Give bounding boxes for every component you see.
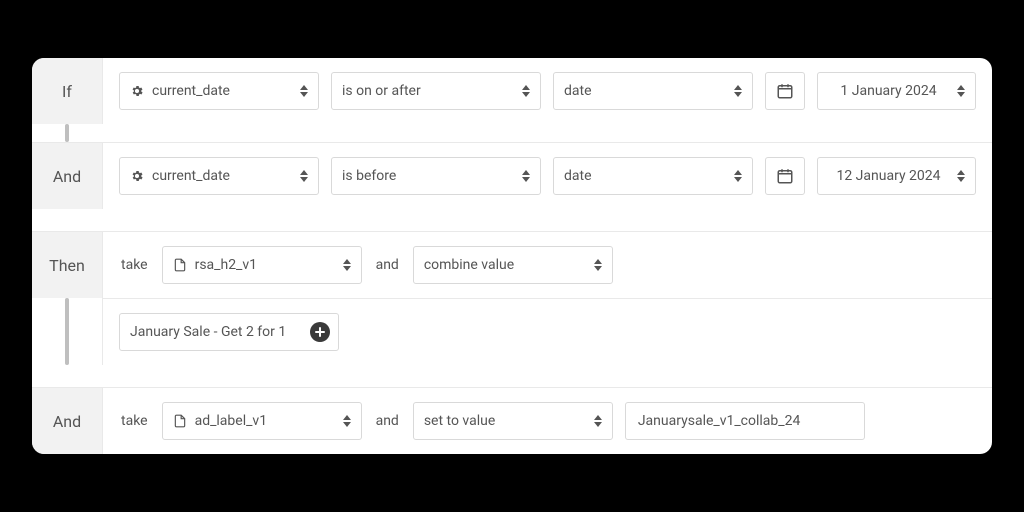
- take-word: take: [119, 257, 150, 273]
- value-type-label: date: [564, 168, 726, 184]
- take-field-label: ad_label_v1: [195, 413, 335, 429]
- field-select[interactable]: current_date: [119, 72, 319, 110]
- set-value-input[interactable]: Januarysale_v1_collab_24: [625, 402, 865, 440]
- connector-line: [65, 298, 69, 365]
- row-label: If: [32, 58, 102, 124]
- row-content: current_date is on or after date 1 Janua…: [102, 58, 992, 124]
- field-label: current_date: [152, 83, 292, 99]
- date-value-select[interactable]: 12 January 2024: [817, 157, 976, 195]
- and-word: and: [374, 413, 401, 429]
- calendar-icon: [776, 82, 794, 100]
- row-content: January Sale - Get 2 for 1: [102, 298, 992, 365]
- sort-caret-icon: [957, 85, 965, 97]
- combine-value-chip[interactable]: January Sale - Get 2 for 1: [119, 313, 339, 351]
- date-picker-button[interactable]: [765, 72, 805, 110]
- row-content: take rsa_h2_v1 and combine value: [102, 232, 992, 298]
- operator-select[interactable]: is on or after: [331, 72, 541, 110]
- combine-value-row: January Sale - Get 2 for 1: [32, 298, 992, 365]
- field-select[interactable]: current_date: [119, 157, 319, 195]
- document-icon: [173, 258, 187, 272]
- gear-icon: [130, 84, 144, 98]
- take-field-select[interactable]: rsa_h2_v1: [162, 246, 362, 284]
- row-content: take ad_label_v1 and set to value Januar…: [102, 388, 992, 454]
- operator-select[interactable]: is before: [331, 157, 541, 195]
- action-select[interactable]: combine value: [413, 246, 613, 284]
- value-type-select[interactable]: date: [553, 157, 753, 195]
- operator-label: is before: [342, 168, 514, 184]
- sort-caret-icon: [300, 85, 308, 97]
- sort-caret-icon: [957, 170, 965, 182]
- condition-row-and: And current_date is before date: [32, 142, 992, 209]
- action-label: set to value: [424, 413, 586, 429]
- sort-caret-icon: [343, 259, 351, 271]
- sort-caret-icon: [734, 85, 742, 97]
- document-icon: [173, 414, 187, 428]
- connector-cell: [32, 124, 102, 142]
- add-value-button[interactable]: [310, 322, 330, 342]
- value-type-label: date: [564, 83, 726, 99]
- sort-caret-icon: [300, 170, 308, 182]
- row-label: And: [32, 143, 102, 209]
- rule-card: If current_date is on or after date: [32, 58, 992, 454]
- operator-label: is on or after: [342, 83, 514, 99]
- action-label: combine value: [424, 257, 586, 273]
- sort-caret-icon: [734, 170, 742, 182]
- sort-caret-icon: [343, 415, 351, 427]
- sort-caret-icon: [594, 415, 602, 427]
- combine-value-text: January Sale - Get 2 for 1: [130, 324, 286, 340]
- date-value: 1 January 2024: [828, 83, 949, 99]
- date-value-select[interactable]: 1 January 2024: [817, 72, 976, 110]
- calendar-icon: [776, 167, 794, 185]
- value-type-select[interactable]: date: [553, 72, 753, 110]
- sort-caret-icon: [522, 170, 530, 182]
- row-label: And: [32, 388, 102, 454]
- condition-row-if: If current_date is on or after date: [32, 58, 992, 124]
- action-row-and: And take ad_label_v1 and set to value Ja…: [32, 387, 992, 454]
- and-word: and: [374, 257, 401, 273]
- connector-line: [65, 124, 69, 142]
- connector-row: [32, 124, 992, 142]
- date-picker-button[interactable]: [765, 157, 805, 195]
- connector-cell: [32, 298, 102, 365]
- row-content: current_date is before date 12 January 2…: [102, 143, 992, 209]
- set-value-text: Januarysale_v1_collab_24: [638, 413, 801, 429]
- action-row-then: Then take rsa_h2_v1 and combine value: [32, 231, 992, 298]
- sort-caret-icon: [522, 85, 530, 97]
- field-label: current_date: [152, 168, 292, 184]
- date-value: 12 January 2024: [828, 168, 949, 184]
- take-word: take: [119, 413, 150, 429]
- take-field-select[interactable]: ad_label_v1: [162, 402, 362, 440]
- gear-icon: [130, 169, 144, 183]
- take-field-label: rsa_h2_v1: [195, 257, 335, 273]
- row-label: Then: [32, 232, 102, 298]
- action-select[interactable]: set to value: [413, 402, 613, 440]
- sort-caret-icon: [594, 259, 602, 271]
